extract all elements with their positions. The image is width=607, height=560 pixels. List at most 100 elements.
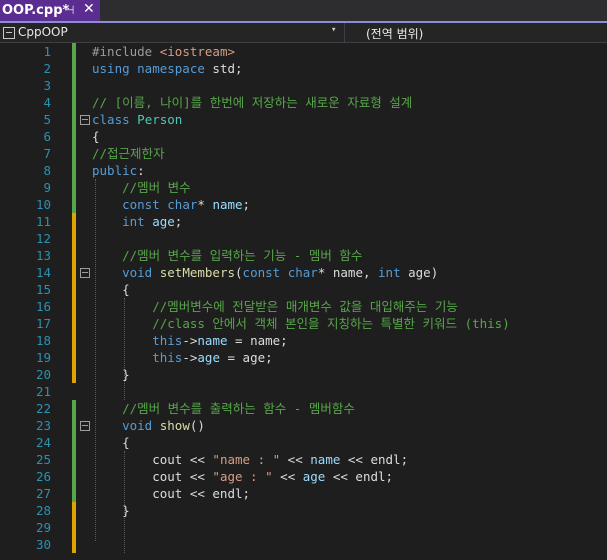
code-token: void [122, 418, 153, 433]
code-line[interactable]: 3 [0, 77, 607, 94]
code-token: } [92, 367, 130, 382]
code-line[interactable]: 1 #include <iostream> [0, 43, 607, 60]
code-text: this->age = age; [92, 349, 273, 366]
code-token: name [310, 452, 341, 467]
document-tab-bar: OOP.cpp* ⊣ ✕ [0, 0, 607, 23]
line-number: 18 [35, 333, 51, 348]
code-line[interactable]: 4 // [이름, 나이]를 한번에 저장하는 새로운 자료형 설계 [0, 94, 607, 111]
collapse-icon[interactable] [80, 421, 90, 431]
unsaved-change-marker [72, 247, 76, 264]
code-line[interactable]: 30 [0, 536, 607, 553]
line-number: 5 [43, 112, 51, 127]
code-line[interactable]: 23 void show() [0, 417, 607, 434]
code-line[interactable]: 12 [0, 230, 607, 247]
code-line[interactable]: 20 } [0, 366, 607, 383]
code-token: show [159, 418, 190, 433]
line-number: 7 [43, 146, 51, 161]
code-line[interactable]: 29 [0, 519, 607, 536]
code-text: //멤버 변수를 출력하는 함수 - 멤버함수 [92, 400, 355, 417]
line-number: 4 [43, 95, 51, 110]
chevron-down-icon[interactable]: ▾ [331, 25, 336, 35]
code-line[interactable]: 5 class Person [0, 111, 607, 128]
code-line[interactable]: 22 //멤버 변수를 출력하는 함수 - 멤버함수 [0, 400, 607, 417]
code-token: std; [204, 61, 243, 76]
code-line[interactable]: 18 this->name = name; [0, 332, 607, 349]
code-line[interactable]: 25 cout << "name : " << name << endl; [0, 451, 607, 468]
file-tab-title[interactable]: OOP.cpp* [2, 3, 69, 18]
code-editor[interactable]: 1 #include <iostream> 2 using namespace std… [0, 43, 607, 560]
saved-change-marker [72, 77, 76, 94]
code-token: // [이름, 나이]를 한번에 저장하는 새로운 자료형 설계 [92, 95, 413, 110]
code-line[interactable]: 21 [0, 383, 607, 400]
unsaved-change-marker [72, 536, 76, 553]
code-line[interactable]: 2 using namespace std; [0, 60, 607, 77]
code-token: { [92, 435, 130, 450]
code-line[interactable]: 26 cout << "age : " << age << endl; [0, 468, 607, 485]
code-token: void [122, 265, 153, 280]
code-text: //접근제한자 [92, 145, 165, 162]
saved-change-marker [72, 179, 76, 196]
code-token: const char [122, 197, 198, 212]
code-text: { [92, 434, 130, 451]
project-dropdown[interactable]: CppOOP ▾ [0, 23, 345, 42]
pin-icon[interactable]: ⊣ [64, 3, 74, 17]
saved-change-marker [72, 43, 76, 60]
collapse-icon[interactable] [80, 115, 90, 125]
code-line[interactable]: 24 { [0, 434, 607, 451]
code-line[interactable]: 7 //접근제한자 [0, 145, 607, 162]
code-token: age [152, 214, 175, 229]
saved-change-marker [72, 94, 76, 111]
code-token: <iostream> [159, 44, 236, 59]
code-line[interactable]: 28 } [0, 502, 607, 519]
code-line[interactable]: 14 void setMembers(const char* name, int… [0, 264, 607, 281]
line-number: 1 [43, 44, 51, 59]
line-number: 12 [35, 231, 51, 246]
code-token: << endl; [340, 452, 409, 467]
line-number: 3 [43, 78, 51, 93]
unsaved-change-marker [72, 264, 76, 281]
line-number: 22 [35, 401, 51, 416]
code-line[interactable]: 13 //멤버 변수를 입력하는 기능 - 멤버 함수 [0, 247, 607, 264]
line-number: 23 [35, 418, 51, 433]
code-line[interactable]: 17 //class 안에서 객체 본인을 지칭하는 특별한 키워드 (this… [0, 315, 607, 332]
line-number: 30 [35, 537, 51, 552]
code-line[interactable]: 16 //멤버변수에 전달받은 매개변수 값을 대입해주는 기능 [0, 298, 607, 315]
code-token: name [212, 197, 243, 212]
saved-change-marker [72, 60, 76, 77]
line-number: 2 [43, 61, 51, 76]
saved-change-marker [72, 162, 76, 179]
code-token: "age : " [212, 469, 273, 484]
collapse-icon[interactable] [80, 268, 90, 278]
line-number: 29 [35, 520, 51, 535]
line-number: 20 [35, 367, 51, 382]
scope-dropdown[interactable]: (전역 범위) [366, 25, 423, 42]
code-text: #include <iostream> [92, 43, 235, 60]
saved-change-marker [72, 128, 76, 145]
code-line[interactable]: 10 const char* name; [0, 196, 607, 213]
code-line[interactable]: 11 int age; [0, 213, 607, 230]
file-tab[interactable]: OOP.cpp* ⊣ ✕ [0, 0, 100, 21]
code-text: public: [92, 162, 145, 179]
saved-change-marker [72, 451, 76, 468]
unsaved-change-marker [72, 502, 76, 519]
close-icon[interactable]: ✕ [83, 1, 95, 17]
code-token: * [197, 197, 213, 212]
code-token: #include [92, 44, 153, 59]
code-line[interactable]: 8 public: [0, 162, 607, 179]
code-line[interactable]: 9 //멤버 변수 [0, 179, 607, 196]
code-line[interactable]: 19 this->age = age; [0, 349, 607, 366]
code-token: -> [182, 333, 198, 348]
code-line[interactable]: 6{ [0, 128, 607, 145]
code-token: : [137, 163, 145, 178]
saved-change-marker [72, 434, 76, 451]
code-line[interactable]: 27 cout << endl; [0, 485, 607, 502]
code-token: = age; [219, 350, 273, 365]
code-line[interactable]: 15 { [0, 281, 607, 298]
